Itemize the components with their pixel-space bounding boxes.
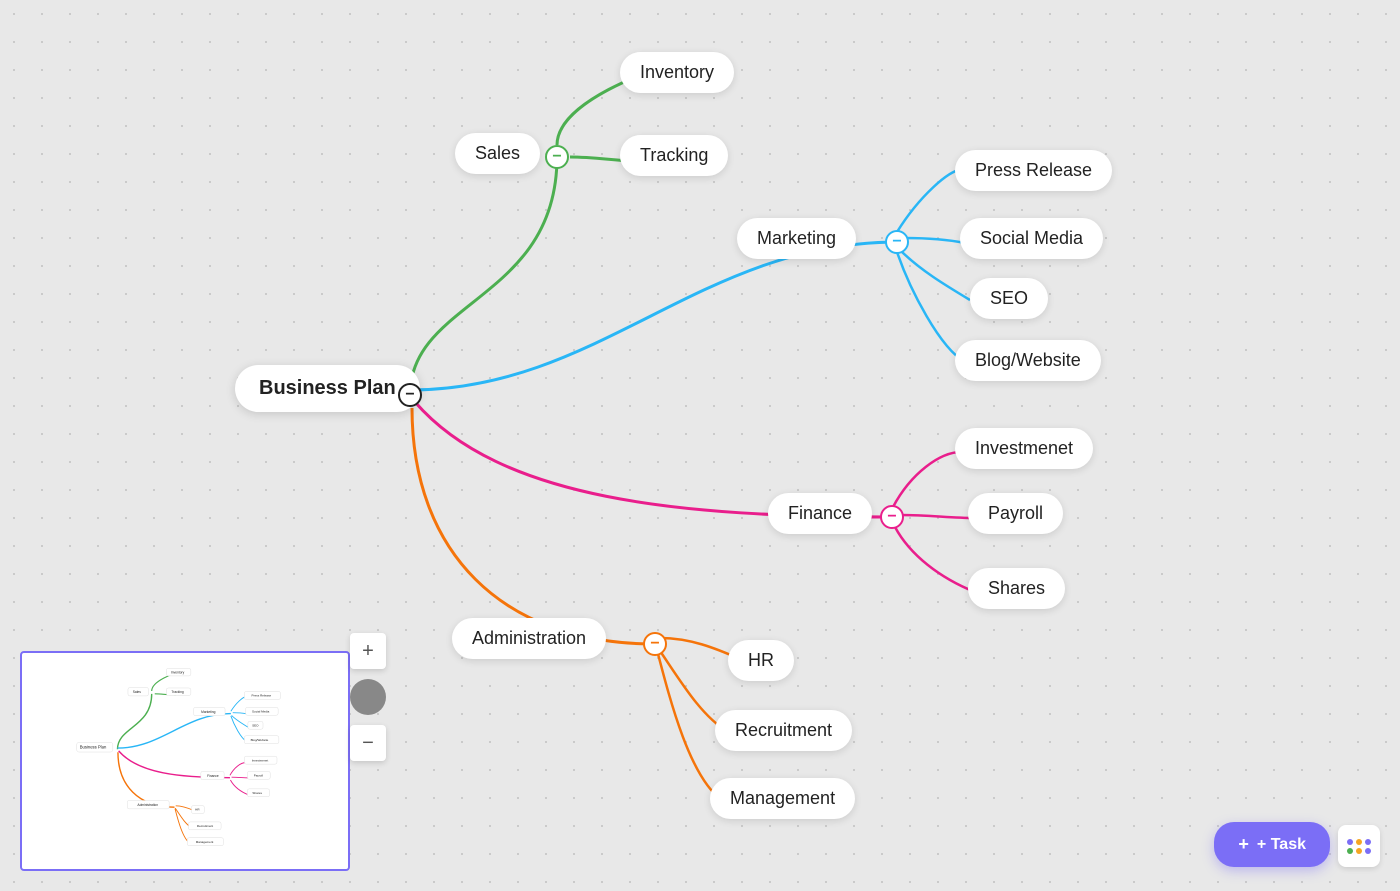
node-marketing[interactable]: Marketing <box>737 218 856 259</box>
zoom-out-button[interactable]: − <box>350 725 386 761</box>
dot-5 <box>1356 848 1362 854</box>
node-hr[interactable]: HR <box>728 640 794 681</box>
plus-icon: + <box>1238 834 1249 855</box>
svg-text:Administration: Administration <box>137 803 158 807</box>
node-administration[interactable]: Administration <box>452 618 606 659</box>
svg-text:Recruitment: Recruitment <box>197 824 213 828</box>
dot-6 <box>1365 848 1371 854</box>
node-sales[interactable]: Sales <box>455 133 540 174</box>
collapse-btn-sales[interactable] <box>545 145 569 169</box>
add-task-button[interactable]: + + Task <box>1214 822 1330 867</box>
node-payroll[interactable]: Payroll <box>968 493 1063 534</box>
minimap: Business Plan Sales Inventory Tracking M… <box>20 651 350 871</box>
node-press-release[interactable]: Press Release <box>955 150 1112 191</box>
node-tracking[interactable]: Tracking <box>620 135 728 176</box>
zoom-circle <box>350 679 386 715</box>
node-recruitment[interactable]: Recruitment <box>715 710 852 751</box>
dot-3 <box>1365 839 1371 845</box>
svg-text:Marketing: Marketing <box>201 710 215 714</box>
node-blog-website[interactable]: Blog/Website <box>955 340 1101 381</box>
svg-text:Social Media: Social Media <box>252 709 270 713</box>
node-finance[interactable]: Finance <box>768 493 872 534</box>
svg-text:Investmenet: Investmenet <box>252 758 269 762</box>
dot-4 <box>1347 848 1353 854</box>
collapse-btn-business-plan[interactable] <box>398 383 422 407</box>
node-management[interactable]: Management <box>710 778 855 819</box>
svg-text:Inventory: Inventory <box>171 670 185 674</box>
svg-text:Management: Management <box>196 840 214 844</box>
svg-text:Shares: Shares <box>252 791 262 795</box>
svg-text:Tracking: Tracking <box>171 690 184 694</box>
svg-text:Business Plan: Business Plan <box>80 744 107 749</box>
svg-text:Sales: Sales <box>133 690 142 694</box>
node-shares[interactable]: Shares <box>968 568 1065 609</box>
svg-text:Press Release: Press Release <box>252 694 272 698</box>
svg-text:Finance: Finance <box>207 774 219 778</box>
zoom-controls: + − <box>350 633 386 761</box>
node-business-plan[interactable]: Business Plan <box>235 365 420 412</box>
collapse-btn-administration[interactable] <box>643 632 667 656</box>
node-social-media[interactable]: Social Media <box>960 218 1103 259</box>
node-inventory[interactable]: Inventory <box>620 52 734 93</box>
dot-1 <box>1347 839 1353 845</box>
grid-dots-icon <box>1347 839 1371 854</box>
task-button-label: + Task <box>1257 836 1306 854</box>
node-seo[interactable]: SEO <box>970 278 1048 319</box>
svg-text:Payroll: Payroll <box>254 773 264 777</box>
svg-text:SEO: SEO <box>252 724 259 728</box>
zoom-in-button[interactable]: + <box>350 633 386 669</box>
collapse-btn-marketing[interactable] <box>885 230 909 254</box>
svg-text:Blog/Website: Blog/Website <box>251 738 269 742</box>
node-investmenet[interactable]: Investmenet <box>955 428 1093 469</box>
dot-2 <box>1356 839 1362 845</box>
collapse-btn-finance[interactable] <box>880 505 904 529</box>
grid-icon-button[interactable] <box>1338 825 1380 867</box>
